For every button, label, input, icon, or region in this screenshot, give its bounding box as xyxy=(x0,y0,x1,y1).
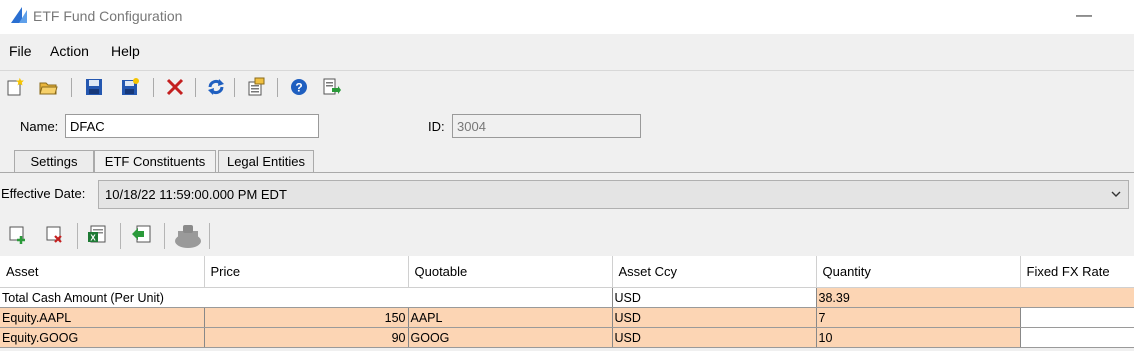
toolbar-separator xyxy=(77,223,78,249)
toolbar-separator xyxy=(277,78,278,97)
cell-asset-ccy[interactable]: USD xyxy=(612,287,817,308)
cell-asset[interactable]: Equity.GOOG xyxy=(0,327,205,348)
column-header-asset-ccy[interactable]: Asset Ccy xyxy=(612,256,817,288)
import-icon[interactable] xyxy=(131,223,153,245)
id-label: ID: xyxy=(428,119,445,134)
app-logo-icon xyxy=(9,6,29,27)
title-bar: ETF Fund Configuration — xyxy=(0,0,1134,34)
save-icon[interactable] xyxy=(84,77,104,97)
table-row[interactable]: Total Cash Amount (Per Unit) USD 38.39 xyxy=(0,287,1134,308)
constituents-toolbar: X xyxy=(0,217,1134,253)
cell-quotable[interactable]: GOOG xyxy=(408,327,613,348)
window-title: ETF Fund Configuration xyxy=(33,8,183,24)
constituents-table: Asset Price Quotable Asset Ccy Quantity … xyxy=(0,256,1134,348)
table-header-row: Asset Price Quotable Asset Ccy Quantity … xyxy=(0,256,1134,288)
export-icon[interactable] xyxy=(321,77,341,97)
main-toolbar: ? xyxy=(0,70,1134,103)
save-as-icon[interactable] xyxy=(120,77,140,97)
cell-quantity[interactable]: 38.39 xyxy=(816,287,1134,308)
toolbar-separator xyxy=(195,78,196,97)
tab-legal-entities[interactable]: Legal Entities xyxy=(218,150,314,172)
excel-export-icon[interactable]: X xyxy=(86,223,108,245)
effective-date-value: 10/18/22 11:59:00.000 PM EDT xyxy=(105,187,287,202)
table-row[interactable]: Equity.AAPL 150 AAPL USD 7 xyxy=(0,307,1134,328)
refresh-icon[interactable] xyxy=(206,77,226,97)
menu-action[interactable]: Action xyxy=(50,41,89,61)
column-header-quantity[interactable]: Quantity xyxy=(816,256,1021,288)
effective-date-label: Effective Date: xyxy=(1,186,86,201)
toolbar-separator xyxy=(209,223,210,249)
toolbar-separator xyxy=(164,223,165,249)
minimize-button[interactable]: — xyxy=(1072,2,1096,30)
toolbar-separator xyxy=(234,78,235,97)
menu-file[interactable]: File xyxy=(9,41,32,61)
cell-asset-ccy[interactable]: USD xyxy=(612,327,817,348)
cell-fixed-fx-rate[interactable] xyxy=(1020,307,1134,328)
help-icon[interactable]: ? xyxy=(289,77,309,97)
column-header-fixed-fx-rate[interactable]: Fixed FX Rate xyxy=(1020,256,1134,288)
cell-asset-ccy[interactable]: USD xyxy=(612,307,817,328)
add-row-icon[interactable] xyxy=(7,223,29,245)
name-label: Name: xyxy=(20,119,59,134)
table-row[interactable]: Equity.GOOG 90 GOOG USD 10 xyxy=(0,327,1134,348)
cell-price[interactable]: 150 xyxy=(204,307,409,328)
cell-price[interactable]: 90 xyxy=(204,327,409,348)
toolbar-separator xyxy=(153,78,154,97)
effective-date-dropdown[interactable]: 10/18/22 11:59:00.000 PM EDT xyxy=(98,180,1129,209)
id-input xyxy=(452,114,641,138)
tab-settings[interactable]: Settings xyxy=(14,150,94,172)
cell-fixed-fx-rate[interactable] xyxy=(1020,327,1134,348)
menu-bar: File Action Help xyxy=(0,37,1134,65)
delete-icon[interactable] xyxy=(165,77,185,97)
column-header-price[interactable]: Price xyxy=(204,256,409,288)
toolbar-separator xyxy=(71,78,72,97)
open-folder-icon[interactable] xyxy=(38,77,58,97)
tab-etf-constituents[interactable]: ETF Constituents xyxy=(94,150,216,172)
chevron-down-icon[interactable] xyxy=(1110,185,1122,206)
cell-quotable[interactable]: AAPL xyxy=(408,307,613,328)
cell-quantity[interactable]: 10 xyxy=(816,327,1021,348)
cell-asset[interactable]: Total Cash Amount (Per Unit) xyxy=(0,287,613,308)
svg-text:?: ? xyxy=(295,81,302,95)
new-document-icon[interactable] xyxy=(5,77,25,97)
column-header-asset[interactable]: Asset xyxy=(0,256,205,288)
calculator-icon xyxy=(173,223,203,248)
tab-divider xyxy=(0,172,1134,173)
cell-asset[interactable]: Equity.AAPL xyxy=(0,307,205,328)
properties-icon[interactable] xyxy=(246,77,266,97)
name-input[interactable] xyxy=(65,114,319,138)
cell-quantity[interactable]: 7 xyxy=(816,307,1021,328)
delete-row-icon[interactable] xyxy=(44,223,66,245)
svg-text:X: X xyxy=(90,234,96,243)
column-header-quotable[interactable]: Quotable xyxy=(408,256,613,288)
menu-help[interactable]: Help xyxy=(111,41,140,61)
toolbar-separator xyxy=(120,223,121,249)
